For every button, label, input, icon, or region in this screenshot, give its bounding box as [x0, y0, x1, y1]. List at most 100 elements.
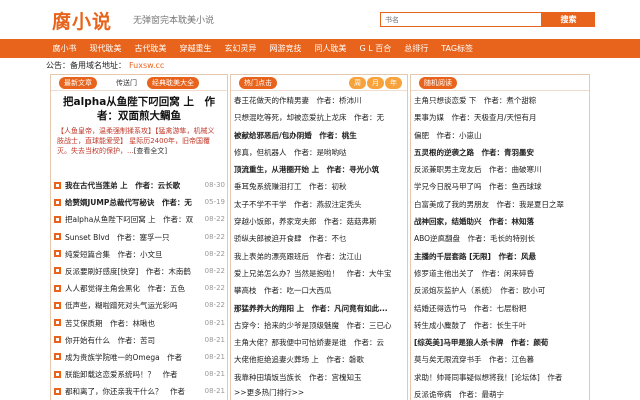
list-item-title[interactable]: 你开始有什么 作者：苦司 [65, 332, 205, 349]
list-item-title[interactable]: 学兄今日脱马甲了吗 作者：鱼西球球 [414, 182, 542, 191]
list-item[interactable]: 人人都觉得主角会黑化 作者：五色 08-22 [51, 280, 227, 297]
list-item[interactable]: [综英美]马甲是狼人杀卡牌 作者：颜荀 [411, 334, 589, 351]
list-item-title[interactable]: 我在古代当莲弟 上 作者：云长歌 [65, 177, 205, 194]
list-item[interactable]: 纯爱短篇合集 作者：小文旦 08-22 [51, 246, 227, 263]
list-item-title[interactable]: 求助！帅哥同事疑似想将我！[论坛体] 作者 [414, 373, 562, 382]
tab-latest[interactable]: 最新文章 [59, 77, 97, 89]
list-item[interactable]: 都和离了，你还亲我干什么？ 作者 08-21 [51, 383, 227, 400]
list-item[interactable]: 春王花做天的作精男妻 作者：桥沛川 [231, 92, 407, 109]
list-item-title[interactable]: 主角只想谈恋爱 下 作者：煮个甜粽 [414, 96, 536, 105]
search-input[interactable] [380, 12, 542, 27]
list-item[interactable]: 我上表弟的漂亮跟班后 作者：沈江山 [231, 248, 407, 265]
list-item-title[interactable]: 太子不学不干学 作者：燕叔注定秃头 [234, 200, 362, 209]
tab-portal[interactable]: 传送门 [111, 77, 142, 89]
list-item[interactable]: 反派炮灰监护人（系统） 作者：欧小可 [411, 282, 589, 299]
list-item-title[interactable]: 被献给邪恶后/包办阴婚 作者：桃生 [234, 131, 357, 140]
list-item[interactable]: 成为贵族学院唯一的Omega 作者 08-21 [51, 349, 227, 366]
list-item[interactable]: 转生成小麋鼓了 作者：长生千叶 [411, 317, 589, 334]
nav-item-ancient[interactable]: 古代耽美 [128, 39, 173, 58]
list-item[interactable]: Sunset Blvd 作者：塞孚一只 08-22 [51, 229, 227, 246]
list-item-title[interactable]: 果事为媒 作者：天极查月/天恒有月 [414, 113, 537, 122]
list-item-title[interactable]: 那猛养养大的翔阳 上 作者：凡问竟有如此... [234, 304, 388, 313]
list-item[interactable]: 修真，但机器人 作者：是哟哟哒 [231, 144, 407, 161]
list-item-title[interactable]: 骄纵夫郎被迫开食肆 作者：不乜 [234, 234, 347, 243]
list-item[interactable]: 只想混吃等死，却被恋爱抗上龙床 作者：无 [231, 109, 407, 126]
list-item[interactable]: 偏肥 作者：小崽山 [411, 127, 589, 144]
list-item-title[interactable]: 成为贵族学院唯一的Omega 作者 [65, 349, 205, 366]
list-item[interactable]: 苦艾保质期 作者：林啾也 08-21 [51, 315, 227, 332]
list-item-title[interactable]: 我上表弟的漂亮跟班后 作者：沈江山 [234, 252, 362, 261]
list-item[interactable]: 求助！帅哥同事疑似想将我！[论坛体] 作者 [411, 369, 589, 386]
list-item[interactable]: 主角大佬？那我便中可恰娇妻是谁 作者：云 [231, 334, 407, 351]
list-item[interactable]: 果事为媒 作者：天极查月/天恒有月 [411, 109, 589, 126]
list-item[interactable]: 我靠种田填饭当族长 作者：宫槐知玉 [231, 369, 407, 386]
list-item-title[interactable]: 偏肥 作者：小崽山 [414, 131, 482, 140]
list-item[interactable]: 朕能卸载这恋爱系统吗！？ 作者 08-21 [51, 366, 227, 383]
list-item[interactable]: 战神回家，结婚助兴 作者：林知落 [411, 213, 589, 230]
nav-item-home[interactable]: 腐小书 [46, 39, 83, 58]
list-item-title[interactable]: 春王花做天的作精男妻 作者：桥沛川 [234, 96, 362, 105]
list-item[interactable]: 穿越小饭郎，养家宠夫郎 作者：菇菇弗斯 [231, 213, 407, 230]
nav-item-tags[interactable]: TAG标签 [435, 39, 480, 58]
featured-title[interactable]: 把alpha从鱼陛下叼回窝 上 作者：双面煎大鲷鱼 [57, 95, 221, 123]
list-item-title[interactable]: 我靠种田填饭当族长 作者：宫槐知玉 [234, 373, 362, 382]
list-item-title[interactable]: 爱上兄弟怎么办？当然是抱啦！ 作者：大牛宝 [234, 269, 392, 278]
list-item-title[interactable]: [综英美]马甲是狼人杀卡牌 作者：颜荀 [414, 338, 548, 347]
list-item-title[interactable]: 莫与矣无限流穿书手 作者：江色暮 [414, 355, 534, 364]
nav-item-modern[interactable]: 现代耽美 [83, 39, 128, 58]
list-item[interactable]: 反派兼职男主宠友后 作者：曲破寒川 [411, 161, 589, 178]
list-item-title[interactable]: 五灵根的逆袭之路 作者：青羽墨安 [414, 148, 534, 157]
list-item[interactable]: 古穿今：拾来的少爷是顶级魅魔 作者：三已心 [231, 317, 407, 334]
tab-week[interactable]: 周 [349, 77, 366, 89]
tab-month[interactable]: 月 [367, 77, 384, 89]
list-item[interactable]: 白富美成了我的男朋友 作者：我是夏日之翠 [411, 196, 589, 213]
list-item-title[interactable]: 给赘婿JUMP总裁代写秘诀 作者：无 [65, 194, 205, 211]
list-item[interactable]: 太子不学不干学 作者：燕叔注定秃头 [231, 196, 407, 213]
list-item-title[interactable]: 战神回家，结婚助兴 作者：林知落 [414, 217, 534, 226]
list-item[interactable]: 你开始有什么 作者：苦司 08-21 [51, 332, 227, 349]
list-item-title[interactable]: 结婚还得选竹马 作者：七层粉粑 [414, 304, 527, 313]
list-item[interactable]: 垂耳兔系统赚泪打工 作者：初秋 [231, 178, 407, 195]
list-item-title[interactable]: 修罗道主他出关了 作者：闲来碎昏 [414, 269, 534, 278]
list-item[interactable]: 主播的千层套路 [无限] 作者：风悬 [411, 248, 589, 265]
list-item-title[interactable]: 反派兼职男主宠友后 作者：曲破寒川 [414, 165, 542, 174]
list-item[interactable]: 攀高枝 作者：吃一口大西瓜 [231, 282, 407, 299]
list-item[interactable]: 顶流重生，从港圈开始 上 作者：寻光小筑 [231, 161, 407, 178]
list-item-title[interactable]: 低声些，糊啦蹭死对头气运光彩吗 [65, 297, 205, 314]
list-item-title[interactable]: 白富美成了我的男朋友 作者：我是夏日之翠 [414, 200, 564, 209]
list-item-title[interactable]: 反派诡帝病 作者：最萌宁 [414, 390, 504, 399]
list-item[interactable]: 反派要刷好感度[快穿] 作者：木南鹤 08-22 [51, 263, 227, 280]
list-item-title[interactable]: 主播的千层套路 [无限] 作者：风悬 [414, 252, 536, 261]
list-item[interactable]: 把alpha从鱼陛下叼回窝 上 作者：双 08-22 [51, 211, 227, 228]
list-item[interactable]: 莫与矣无限流穿书手 作者：江色暮 [411, 351, 589, 368]
nav-item-rebirth[interactable]: 穿越重生 [173, 39, 218, 58]
list-item-title[interactable]: 纯爱短篇合集 作者：小文旦 [65, 246, 205, 263]
more-hot-link[interactable]: >>更多热门排行>> [231, 386, 407, 400]
list-item[interactable]: 给赘婿JUMP总裁代写秘诀 作者：无 05-19 [51, 194, 227, 211]
list-item-title[interactable]: 攀高枝 作者：吃一口大西瓜 [234, 286, 332, 295]
list-item[interactable]: 我在古代当莲弟 上 作者：云长歌 08-30 [51, 177, 227, 194]
list-item-title[interactable]: 苦艾保质期 作者：林啾也 [65, 315, 205, 332]
nav-item-gaming[interactable]: 网游竞技 [263, 39, 308, 58]
list-item-title[interactable]: 把alpha从鱼陛下叼回窝 上 作者：双 [65, 211, 205, 228]
read-full-link[interactable]: [查看全文] [134, 147, 167, 155]
list-item-title[interactable]: ABO逆疯翻盘 作者：毛长的特别长 [414, 234, 535, 243]
list-item[interactable]: 骄纵夫郎被迫开食肆 作者：不乜 [231, 230, 407, 247]
list-item-title[interactable]: 修真，但机器人 作者：是哟哟哒 [234, 148, 347, 157]
list-item-title[interactable]: 人人都觉得主角会黑化 作者：五色 [65, 280, 205, 297]
notice-url[interactable]: Fuxsw.cc [129, 61, 164, 70]
nav-item-gl[interactable]: G L 百合 [353, 39, 398, 58]
search-button[interactable]: 搜索 [542, 12, 595, 27]
list-item[interactable]: 学兄今日脱马甲了吗 作者：鱼西球球 [411, 178, 589, 195]
list-item-title[interactable]: 顶流重生，从港圈开始 上 作者：寻光小筑 [234, 165, 379, 174]
list-item[interactable]: 反派诡帝病 作者：最萌宁 [411, 386, 589, 400]
list-item-title[interactable]: 都和离了，你还亲我干什么？ 作者 [65, 383, 205, 400]
list-item[interactable]: 修罗道主他出关了 作者：闲来碎昏 [411, 265, 589, 282]
list-item-title[interactable]: 朕能卸载这恋爱系统吗！？ 作者 [65, 366, 205, 383]
nav-item-fantasy[interactable]: 玄幻灵异 [218, 39, 263, 58]
list-item[interactable]: 那猛养养大的翔阳 上 作者：凡问竟有如此... [231, 300, 407, 317]
list-item[interactable]: 被献给邪恶后/包办阴婚 作者：桃生 [231, 127, 407, 144]
list-item[interactable]: 结婚还得选竹马 作者：七层粉粑 [411, 300, 589, 317]
tab-year[interactable]: 年 [385, 77, 402, 89]
list-item[interactable]: 主角只想谈恋爱 下 作者：煮个甜粽 [411, 92, 589, 109]
